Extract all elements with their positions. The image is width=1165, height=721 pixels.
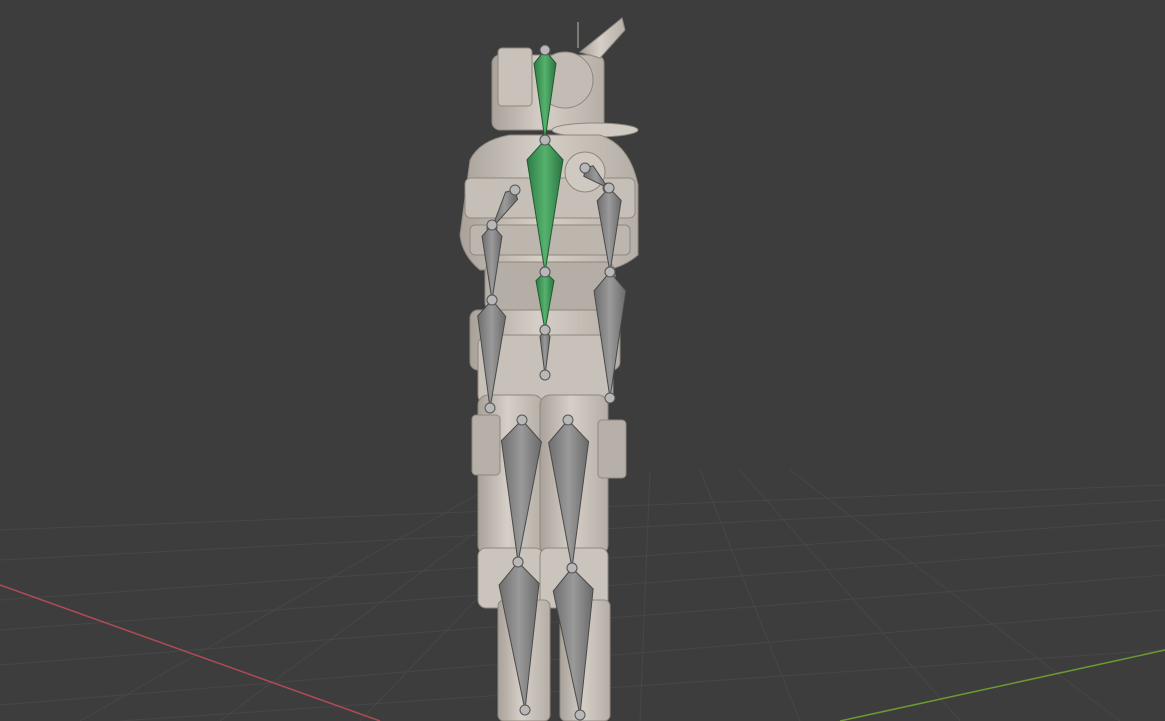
bone-upper-arm-right-head-joint[interactable] xyxy=(603,182,615,194)
bone-shoulder-left-head-joint[interactable] xyxy=(509,184,521,196)
bone-pelvis-tail-joint[interactable] xyxy=(539,369,551,381)
bone-upper-arm-left-head-joint[interactable] xyxy=(486,219,498,231)
3d-viewport[interactable] xyxy=(0,0,1165,721)
bone-forearm-left-tail-joint[interactable] xyxy=(484,402,496,414)
bone-head-head-joint[interactable] xyxy=(539,44,551,56)
bone-spine-head-joint[interactable] xyxy=(539,266,551,278)
bone-forearm-right-tail-joint[interactable] xyxy=(604,392,616,404)
bone-shin-left-head-joint[interactable] xyxy=(512,556,524,568)
bone-shin-right-tail-joint[interactable] xyxy=(574,709,586,721)
bone-forearm-right-head-joint[interactable] xyxy=(604,266,616,278)
bone-shoulder-right-head-joint[interactable] xyxy=(579,162,591,174)
bone-thigh-right-head-joint[interactable] xyxy=(562,414,574,426)
bone-forearm-left-head-joint[interactable] xyxy=(486,294,498,306)
bone-thigh-left-head-joint[interactable] xyxy=(516,414,528,426)
bone-pelvis-head-joint[interactable] xyxy=(539,324,551,336)
bone-shin-left-tail-joint[interactable] xyxy=(519,704,531,716)
bone-chest-head-joint[interactable] xyxy=(539,134,551,146)
bone-shin-right-head-joint[interactable] xyxy=(566,562,578,574)
viewport-canvas[interactable] xyxy=(0,0,1165,721)
